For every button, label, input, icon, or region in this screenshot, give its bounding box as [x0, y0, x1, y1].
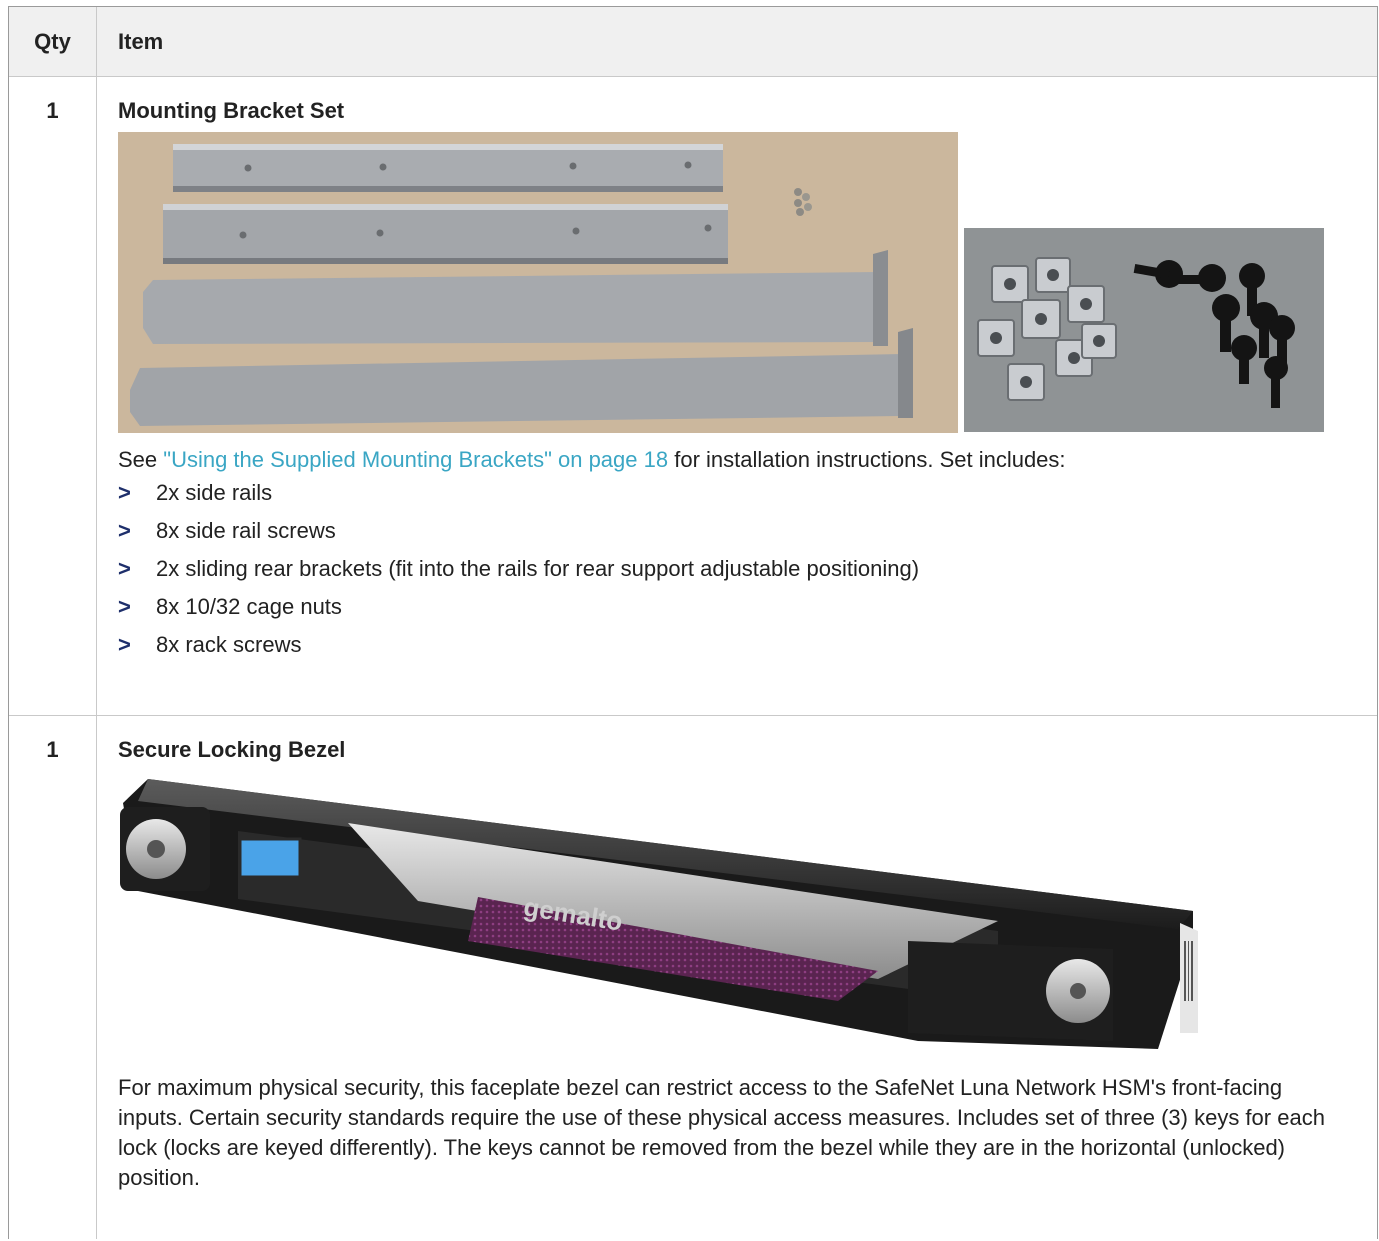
- lcd-screen: [238, 837, 302, 879]
- header-qty: Qty: [9, 7, 97, 76]
- item-description: For maximum physical security, this face…: [118, 1075, 1325, 1190]
- bullet-arrow-icon: >: [118, 632, 131, 657]
- locking-bezel-photo: gemalto: [120, 779, 1198, 1049]
- item-title: Mounting Bracket Set: [118, 98, 345, 123]
- side-rail-2: [163, 204, 728, 264]
- list-item-text: 8x rack screws: [156, 632, 302, 657]
- bezel-image-wrap: gemalto: [118, 771, 1377, 1055]
- right-lock-icon: [908, 941, 1113, 1041]
- list-item-text: 8x 10/32 cage nuts: [156, 594, 342, 619]
- table-row: 1 Mounting Bracket Set See "Using the Su…: [9, 77, 1377, 716]
- desc-suffix: for installation instructions. Set inclu…: [668, 447, 1066, 472]
- list-item: >8x rack screws: [118, 633, 1377, 657]
- bullet-arrow-icon: >: [118, 556, 131, 581]
- list-item: >2x side rails: [118, 481, 1377, 505]
- row-qty: 1: [9, 77, 97, 715]
- list-item-text: 8x side rail screws: [156, 518, 336, 543]
- list-item: >8x 10/32 cage nuts: [118, 595, 1377, 619]
- header-item: Item: [118, 29, 164, 54]
- cage-nuts-photo: [964, 228, 1324, 432]
- item-title: Secure Locking Bezel: [118, 737, 346, 762]
- row-qty: 1: [9, 716, 97, 1239]
- table-header: Qty Item: [9, 7, 1377, 77]
- left-lock-icon: [120, 807, 210, 891]
- contents-table: Qty Item 1 Mounting Bracket Set See "Usi…: [8, 6, 1378, 1239]
- bracket-images: [118, 132, 1377, 433]
- list-item: >8x side rail screws: [118, 519, 1377, 543]
- row-item: Mounting Bracket Set See "Using the Supp…: [97, 77, 1377, 715]
- item-description: See "Using the Supplied Mounting Bracket…: [118, 445, 1377, 475]
- desc-prefix: See: [118, 447, 164, 472]
- bullet-arrow-icon: >: [118, 518, 131, 543]
- includes-list: >2x side rails >8x side rail screws >2x …: [118, 481, 1377, 657]
- row-item: Secure Locking Bezel gemalto For maximum…: [97, 716, 1377, 1239]
- side-rail-1: [173, 144, 723, 192]
- mounting-brackets-link[interactable]: "Using the Supplied Mounting Brackets" o…: [163, 447, 668, 472]
- bracket-set-photo: [118, 132, 958, 433]
- bullet-arrow-icon: >: [118, 594, 131, 619]
- list-item-text: 2x side rails: [156, 480, 273, 505]
- table-row: 1 Secure Locking Bezel gemalto For maxim…: [9, 716, 1377, 1239]
- serial-label: [1180, 923, 1198, 1033]
- list-item-text: 2x sliding rear brackets (fit into the r…: [156, 556, 920, 581]
- bullet-arrow-icon: >: [118, 480, 131, 505]
- list-item: >2x sliding rear brackets (fit into the …: [118, 557, 1377, 581]
